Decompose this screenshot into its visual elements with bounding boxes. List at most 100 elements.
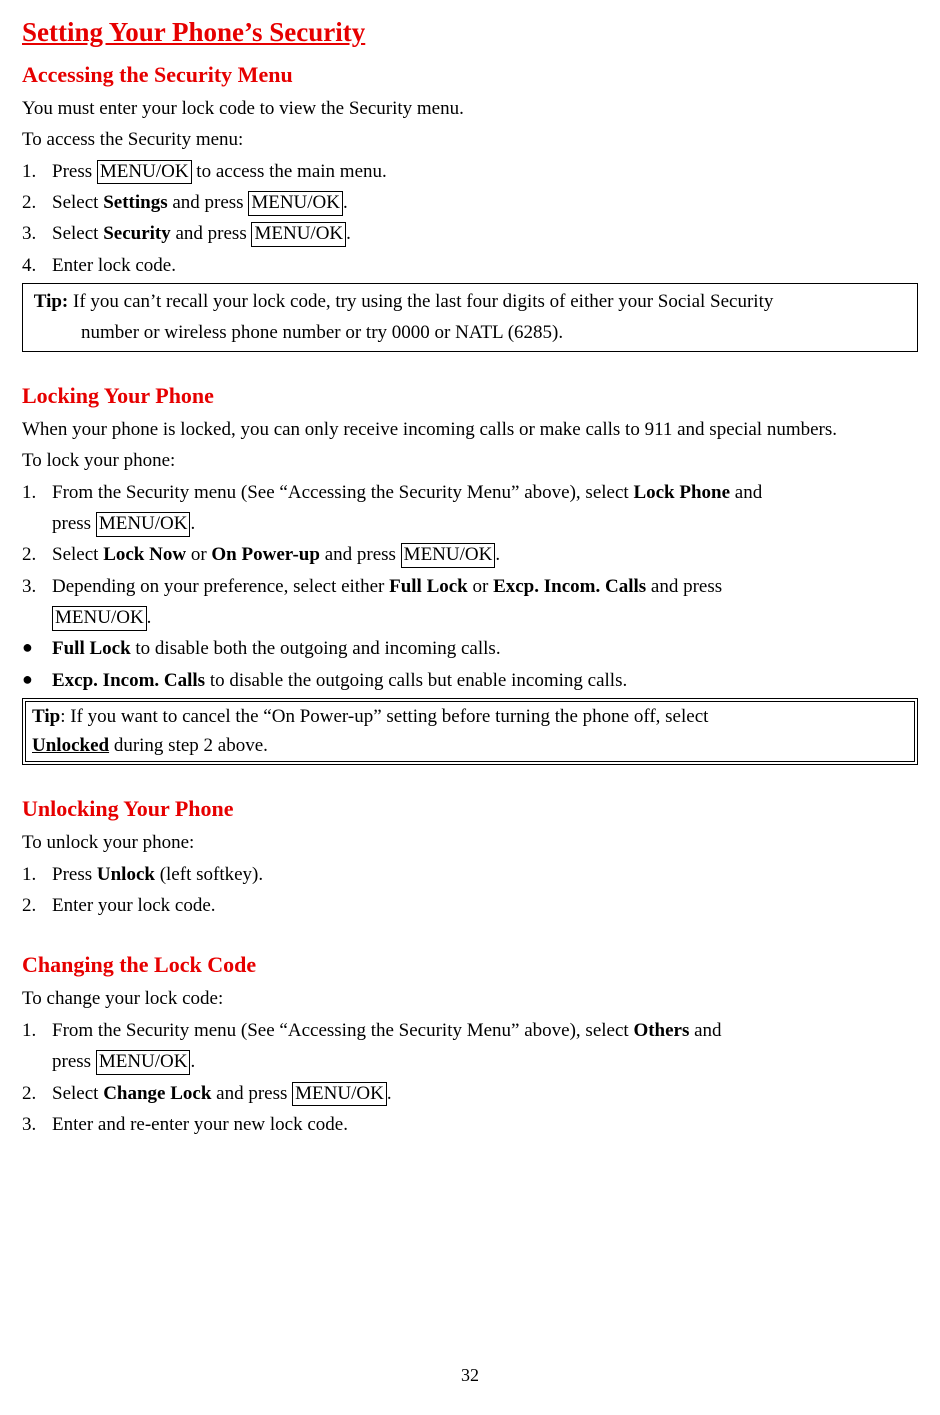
body-text: .: [343, 192, 348, 213]
list-item: ● Excp. Incom. Calls to disable the outg…: [22, 665, 918, 696]
list-number: 1.: [22, 156, 52, 187]
page-title: Setting Your Phone’s Security: [22, 10, 918, 55]
list-number: 1.: [22, 1015, 52, 1078]
bold-text: Lock Now: [103, 544, 186, 565]
body-text: From the Security menu (See “Accessing t…: [52, 482, 633, 503]
section-heading-changing-lock: Changing the Lock Code: [22, 947, 918, 983]
list-number: 2.: [22, 890, 52, 921]
key-menu-ok: MENU/OK: [292, 1082, 387, 1107]
bullet-icon: ●: [22, 665, 52, 696]
list-item: 1. From the Security menu (See “Accessin…: [22, 1015, 918, 1078]
bold-text: Settings: [103, 192, 167, 213]
body-text: .: [147, 607, 152, 628]
body-text: From the Security menu (See “Accessing t…: [52, 1020, 633, 1041]
body-text: or: [468, 576, 493, 597]
list-item: 4. Enter lock code.: [22, 250, 918, 281]
body-text: to disable both the outgoing and incomin…: [131, 638, 501, 659]
list-item: 2. Enter your lock code.: [22, 890, 918, 921]
list-number: 3.: [22, 571, 52, 634]
list-item: ● Full Lock to disable both the outgoing…: [22, 633, 918, 664]
body-text: When your phone is locked, you can only …: [22, 414, 918, 445]
body-text: number or wireless phone number or try 0…: [81, 322, 563, 343]
body-text: You must enter your lock code to view th…: [22, 93, 918, 124]
list-item: 3. Enter and re-enter your new lock code…: [22, 1109, 918, 1140]
body-text: (left softkey).: [155, 864, 263, 885]
bold-text: Others: [633, 1020, 689, 1041]
tip-label: Tip:: [34, 291, 69, 312]
body-text: .: [190, 1051, 195, 1072]
body-text: To access the Security menu:: [22, 124, 918, 155]
body-text: .: [346, 223, 351, 244]
list-item: 2. Select Settings and press MENU/OK.: [22, 187, 918, 218]
body-text: Enter and re-enter your new lock code.: [52, 1109, 918, 1140]
list-number: 3.: [22, 218, 52, 249]
bold-text: Excp. Incom. Calls: [493, 576, 646, 597]
list-item: 2. Select Lock Now or On Power-up and pr…: [22, 539, 918, 570]
body-text: To lock your phone:: [22, 445, 918, 476]
tip-label: Tip: [32, 706, 60, 727]
body-text: press: [52, 1051, 96, 1072]
bold-text: Full Lock: [389, 576, 468, 597]
bold-text: Unlock: [97, 864, 155, 885]
body-text: .: [387, 1083, 392, 1104]
bullet-icon: ●: [22, 633, 52, 664]
page-number: 32: [0, 1361, 940, 1391]
body-text: Select: [52, 544, 103, 565]
section-heading-locking: Locking Your Phone: [22, 378, 918, 414]
body-text: and: [730, 482, 762, 503]
body-text: Depending on your preference, select eit…: [52, 576, 389, 597]
body-text: Enter lock code.: [52, 250, 918, 281]
key-menu-ok: MENU/OK: [401, 543, 496, 568]
body-text: or: [186, 544, 211, 565]
body-text: Press: [52, 161, 97, 182]
body-text: : If you want to cancel the “On Power-up…: [60, 706, 708, 727]
key-menu-ok: MENU/OK: [97, 160, 192, 185]
body-text: and press: [171, 223, 252, 244]
key-menu-ok: MENU/OK: [52, 606, 147, 631]
body-text: Select: [52, 192, 103, 213]
body-text: and: [689, 1020, 721, 1041]
section-heading-unlocking: Unlocking Your Phone: [22, 791, 918, 827]
list-number: 1.: [22, 859, 52, 890]
bold-text: Excp. Incom. Calls: [52, 670, 205, 691]
body-text: press: [52, 513, 96, 534]
body-text: Enter your lock code.: [52, 890, 918, 921]
list-item: 1. Press MENU/OK to access the main menu…: [22, 156, 918, 187]
list-number: 2.: [22, 1078, 52, 1109]
key-menu-ok: MENU/OK: [248, 191, 343, 216]
list-number: 2.: [22, 539, 52, 570]
body-text: to access the main menu.: [192, 161, 387, 182]
bold-text: Full Lock: [52, 638, 131, 659]
body-text: .: [190, 513, 195, 534]
body-text: and press: [320, 544, 401, 565]
list-number: 2.: [22, 187, 52, 218]
body-text: and press: [646, 576, 722, 597]
key-menu-ok: MENU/OK: [251, 222, 346, 247]
tip-callout: Tip: If you want to cancel the “On Power…: [22, 698, 918, 765]
list-item: 1. From the Security menu (See “Accessin…: [22, 477, 918, 540]
body-text: If you can’t recall your lock code, try …: [68, 291, 773, 312]
list-item: 3. Select Security and press MENU/OK.: [22, 218, 918, 249]
bold-text: On Power-up: [211, 544, 320, 565]
body-text: Press: [52, 864, 97, 885]
body-text: and press: [168, 192, 249, 213]
body-text: Select: [52, 1083, 103, 1104]
body-text: during step 2 above.: [109, 735, 268, 756]
bold-text: Security: [103, 223, 171, 244]
list-item: 2. Select Change Lock and press MENU/OK.: [22, 1078, 918, 1109]
list-item: 1. Press Unlock (left softkey).: [22, 859, 918, 890]
tip-callout: Tip: If you can’t recall your lock code,…: [22, 283, 918, 352]
body-text: To change your lock code:: [22, 983, 918, 1014]
bold-text: Change Lock: [103, 1083, 211, 1104]
key-menu-ok: MENU/OK: [96, 512, 191, 537]
bold-text: Unlocked: [32, 735, 109, 756]
section-heading-accessing: Accessing the Security Menu: [22, 57, 918, 93]
list-number: 3.: [22, 1109, 52, 1140]
body-text: to disable the outgoing calls but enable…: [205, 670, 627, 691]
list-item: 3. Depending on your preference, select …: [22, 571, 918, 634]
list-number: 1.: [22, 477, 52, 540]
body-text: Select: [52, 223, 103, 244]
list-number: 4.: [22, 250, 52, 281]
key-menu-ok: MENU/OK: [96, 1050, 191, 1075]
bold-text: Lock Phone: [633, 482, 730, 503]
